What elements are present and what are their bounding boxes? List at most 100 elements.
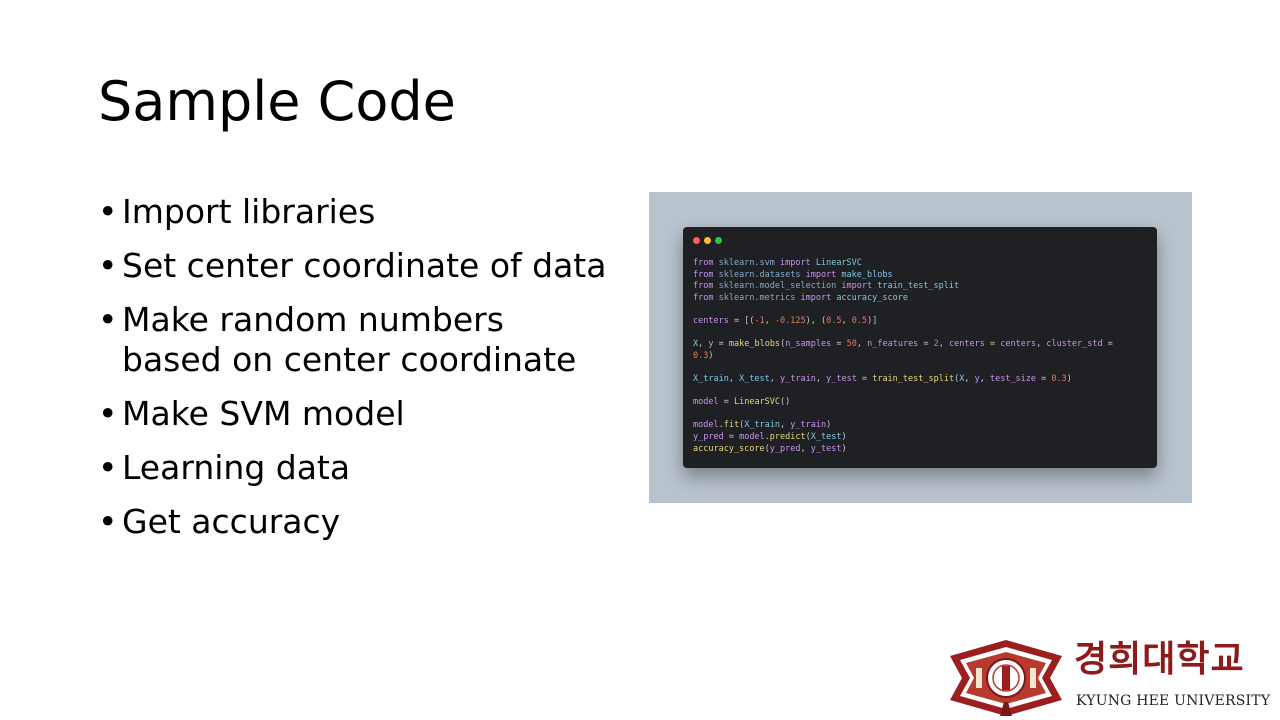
code-line: model.fit(X_train, y_train) [693,420,1113,432]
code-token: cluster_std [1046,339,1108,350]
code-token: , [728,373,740,384]
code-token: ) [841,443,847,454]
code-token: train_test_split [877,281,960,292]
code-token: sklearn.metrics [718,292,801,303]
code-line: accuracy_score(y_pred, y_test) [693,444,1113,456]
code-token: 0.5 [826,315,842,326]
code-line: from sklearn.datasets import make_blobs [693,270,1113,282]
code-token: 50 [846,339,857,350]
bullet-dot: • [98,300,118,339]
code-line: y_pred = model.predict(X_test) [693,432,1113,444]
code-token: make_blobs [841,269,893,280]
slide: Sample Code • Import libraries • Set center… [0,0,1280,720]
code-token: , [769,373,781,384]
code-token: X_test [810,431,842,442]
code-block: from sklearn.svm import LinearSVC from sk… [693,258,1113,455]
code-token: y_pred [693,431,729,442]
code-token: n_features [867,339,924,350]
bullet-item: • Set center coordinate of data [98,246,638,286]
code-editor-window: from sklearn.svm import LinearSVC from sk… [683,227,1157,468]
code-token: sklearn.svm [718,258,781,268]
code-token: , [979,373,990,384]
code-token: = [718,339,729,350]
bullet-dot: • [98,246,118,285]
code-screenshot: from sklearn.svm import LinearSVC from sk… [649,192,1192,503]
bullet-dot: • [98,448,118,487]
close-dot-icon [693,237,700,244]
university-logo: 경희대학교 KYUNG HEE UNIVERSITY [946,638,1271,718]
bullet-text: Get accuracy [122,502,341,541]
code-token: 0.5 [851,315,868,326]
code-token: predict [769,431,806,442]
code-token: model [693,397,724,408]
bullet-item: • Make random numbers based on center coor… [98,300,638,380]
code-token: , [964,373,975,384]
code-token: ), ( [805,315,827,326]
code-token: y_test [810,443,842,454]
university-name-korean: 경희대학교 [1074,639,1245,680]
code-token: accuracy_score [693,443,765,454]
code-token: 0.3 [1051,373,1067,384]
bullet-text: Make SVM model [122,394,405,433]
code-line: 0.3) [693,351,1113,363]
bullet-text: Learning data [122,448,351,487]
code-token: from [693,292,719,303]
code-token: ) [708,350,714,361]
code-token: X_test [739,373,770,384]
code-token: , [841,315,852,326]
code-token: LinearSVC [733,397,781,408]
code-token: = [728,431,740,442]
code-token: model [739,431,765,442]
code-token: = [836,339,847,350]
code-token: = [( [733,315,755,326]
code-token: , [800,443,811,454]
code-token: X_train [693,373,729,384]
code-token: = [723,397,734,408]
code-line: X_train, X_test, y_train, y_test = train… [693,374,1113,386]
code-token: ) [826,420,832,431]
code-token: y_train [790,420,827,431]
code-token: fit [723,420,740,431]
code-token: import [841,281,878,292]
code-token: model [693,420,719,431]
code-token: n_samples [785,339,837,350]
code-token: test_size [989,373,1042,384]
code-token: train_test_split [872,373,955,384]
bullet-item: • Get accuracy [98,502,638,542]
code-token: = [861,373,873,384]
bullet-text: Set center coordinate of data [122,246,607,285]
minimize-dot-icon [704,237,711,244]
university-name-english: KYUNG HEE UNIVERSITY [1076,693,1271,709]
bullet-dot: • [98,502,118,541]
code-token: X_train [744,420,781,431]
bullet-text: Import libraries [122,192,376,231]
code-line: centers = [(-1, -0.125), (0.5, 0.5)] [693,316,1113,328]
code-token: , [698,339,709,350]
bullet-dot: • [98,394,118,433]
code-token: from [693,258,719,268]
code-token: import [800,292,837,303]
code-token: y_test [826,373,862,384]
maximize-dot-icon [715,237,722,244]
code-token: centers [693,315,734,326]
code-token: from [693,269,719,280]
code-line: from sklearn.svm import LinearSVC [693,258,1113,270]
code-token: ) [1066,373,1072,384]
code-token: from [693,281,719,292]
code-token: = [1041,373,1052,384]
code-line: from sklearn.model_selection import trai… [693,281,1113,293]
code-token: , [815,373,827,384]
code-token: = [923,339,934,350]
bullet-item: • Learning data [98,448,638,488]
bullet-text: based on center coordinate [122,340,577,379]
code-line: model = LinearSVC() [693,397,1113,409]
code-token: make_blobs [728,339,781,350]
code-token: y_pred [769,443,801,454]
code-token: 0.3 [693,350,709,361]
code-token: y [708,339,719,350]
code-token: accuracy_score [836,292,908,303]
code-token: , [938,339,950,350]
